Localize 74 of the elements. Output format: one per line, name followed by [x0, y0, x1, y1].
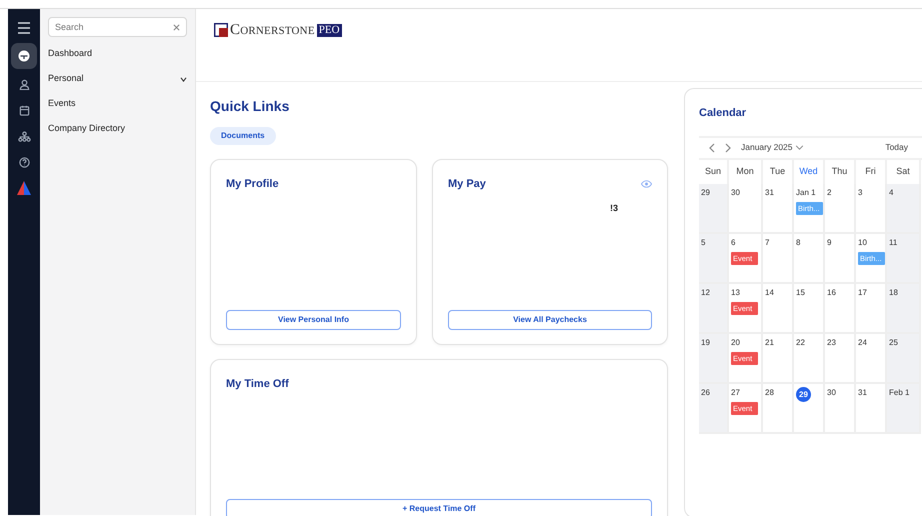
- weekday-label: Mon: [729, 160, 763, 184]
- day-number: 25: [889, 336, 898, 348]
- sidebar-item[interactable]: Dashboard: [48, 42, 187, 66]
- logo-mark-icon: [214, 23, 228, 38]
- day-number: 15: [796, 286, 805, 298]
- day-number: 5: [701, 236, 706, 248]
- day-number: 30: [731, 186, 740, 198]
- company-logo: CORNERSTONE PEO: [214, 19, 342, 42]
- weekday-label: Fri: [856, 160, 887, 184]
- day-number: 31: [858, 386, 867, 398]
- weekday-label: Thu: [825, 160, 856, 184]
- day-number: 22: [796, 336, 805, 348]
- chevron-right-icon: [725, 142, 731, 152]
- sidebar-item[interactable]: Personal: [48, 66, 187, 92]
- day-number: 19: [701, 336, 710, 348]
- chevron-left-icon: [709, 142, 715, 152]
- day-number: 2: [827, 186, 832, 198]
- day-number: 10: [858, 236, 867, 248]
- previous-button[interactable]: [709, 142, 715, 152]
- day-number: 20: [731, 336, 740, 348]
- day-number: 11: [889, 236, 898, 248]
- nav-rail-button[interactable]: [11, 43, 37, 69]
- weekday-label: Wed: [794, 160, 825, 184]
- menu-icon: [17, 22, 31, 34]
- day-number: 26: [701, 386, 710, 398]
- section-title: Quick Links: [210, 97, 290, 116]
- eye-icon: [641, 180, 652, 188]
- day-number: Jan 1: [796, 186, 816, 198]
- chevron-down-icon: [794, 145, 804, 150]
- day-number: 27: [731, 386, 740, 398]
- day-number: 29: [796, 386, 811, 402]
- card-action-button[interactable]: View All Paychecks: [448, 310, 652, 330]
- day-number: 28: [765, 386, 774, 398]
- day-number: 23: [827, 336, 836, 348]
- sidebar-item[interactable]: Events: [48, 92, 187, 116]
- card-title: My Time Off: [226, 377, 289, 392]
- card-action-button[interactable]: View Personal Info: [226, 310, 401, 330]
- day-number: 4: [889, 186, 894, 198]
- day-number: 13: [731, 286, 740, 298]
- day-number: 9: [827, 236, 832, 248]
- day-number: 8: [796, 236, 800, 248]
- day-number: 31: [765, 186, 774, 198]
- day-number: 17: [858, 286, 867, 298]
- card-title: My Profile: [226, 177, 279, 192]
- day-number: 6: [731, 236, 736, 248]
- card-action-button[interactable]: + Request Time Off: [226, 499, 652, 516]
- day-number: 3: [858, 186, 862, 198]
- day-number: 29: [701, 186, 710, 198]
- org-chart-icon: [18, 130, 30, 142]
- note-text: !3: [610, 202, 618, 214]
- today-button[interactable]: Today: [885, 141, 908, 154]
- day-number: 12: [701, 286, 710, 298]
- card-title: My Pay: [448, 177, 486, 192]
- month-picker[interactable]: January 2025: [741, 141, 804, 154]
- next-button[interactable]: [725, 142, 731, 152]
- day-number: 7: [765, 236, 770, 248]
- sidebar-item[interactable]: Company Directory: [48, 116, 187, 142]
- close-icon: [173, 24, 180, 30]
- day-number: Feb 1: [889, 386, 910, 398]
- day-number: 14: [765, 286, 774, 298]
- person-icon: [18, 78, 30, 90]
- calendar-icon: [18, 104, 30, 116]
- gauge-icon: [18, 50, 30, 62]
- triangle-logo-icon: [17, 181, 31, 195]
- help-icon: [18, 156, 30, 168]
- day-number: 30: [827, 386, 836, 398]
- search-field[interactable]: Search: [48, 17, 187, 37]
- weekday-label: Tue: [763, 160, 794, 184]
- card-title: Calendar: [699, 106, 748, 121]
- quick-link-chip[interactable]: Documents: [210, 127, 276, 145]
- day-number: 16: [827, 286, 836, 298]
- day-number: 18: [889, 286, 898, 298]
- day-number: 24: [858, 336, 867, 348]
- day-number: 21: [765, 336, 774, 348]
